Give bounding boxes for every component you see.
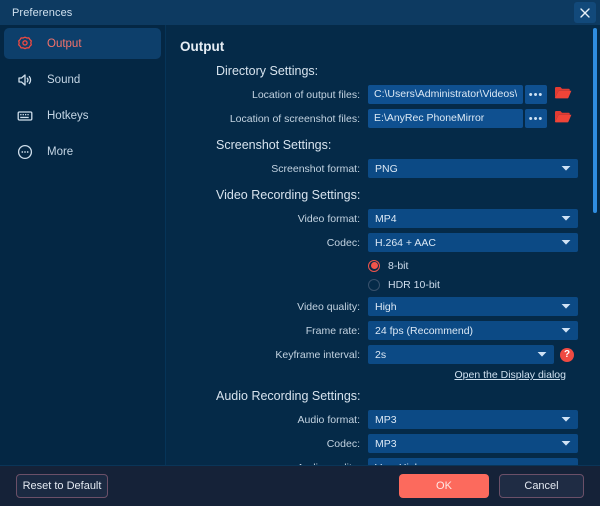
row-bit-depth-8bit: 8-bit	[180, 257, 582, 274]
cancel-button[interactable]: Cancel	[499, 474, 584, 498]
audio-codec-select[interactable]: MP3	[368, 434, 578, 453]
settings-scrollbar[interactable]	[592, 25, 598, 465]
row-output-location: Location of output files: •••	[180, 85, 582, 104]
chevron-down-icon	[561, 163, 571, 175]
window-body: Output Sound Hotkeys More Output Directo…	[0, 25, 600, 465]
window-title: Preferences	[12, 6, 73, 19]
more-circle-icon	[16, 143, 34, 161]
folder-icon	[554, 109, 572, 129]
settings-panel: Output Directory Settings: Location of o…	[166, 25, 600, 465]
close-button[interactable]	[574, 2, 596, 23]
audio-codec-label: Codec:	[326, 437, 360, 450]
output-folder-open-button[interactable]	[552, 85, 574, 104]
sidebar-item-more[interactable]: More	[4, 136, 161, 167]
audio-format-value: MP3	[375, 413, 397, 426]
audio-codec-value: MP3	[375, 437, 397, 450]
row-video-codec: Codec: H.264 + AAC	[180, 233, 582, 252]
chevron-down-icon	[561, 414, 571, 426]
video-quality-value: High	[375, 300, 397, 313]
reset-to-default-button[interactable]: Reset to Default	[16, 474, 108, 498]
video-codec-label: Codec:	[326, 236, 360, 249]
output-location-label: Location of output files:	[252, 88, 360, 101]
keyframe-interval-value: 2s	[375, 348, 387, 361]
screenshot-folder-open-button[interactable]	[552, 109, 574, 128]
sidebar-item-label: Sound	[47, 73, 81, 86]
chevron-down-icon	[537, 349, 547, 361]
sidebar: Output Sound Hotkeys More	[0, 25, 166, 465]
audio-quality-select[interactable]: Very High	[368, 458, 578, 465]
chevron-down-icon	[561, 325, 571, 337]
radio-8bit-label: 8-bit	[388, 259, 409, 272]
video-format-select[interactable]: MP4	[368, 209, 578, 228]
screenshot-format-select[interactable]: PNG	[368, 159, 578, 178]
help-icon[interactable]: ?	[560, 347, 574, 362]
screenshot-location-input[interactable]	[368, 109, 523, 128]
screenshot-format-label: Screenshot format:	[271, 162, 360, 175]
radio-hdr-10bit-label: HDR 10-bit	[388, 278, 440, 291]
sidebar-item-label: Output	[47, 37, 82, 50]
row-bit-depth-hdr: HDR 10-bit	[180, 276, 582, 293]
page-title: Output	[180, 39, 225, 54]
gear-icon	[16, 35, 34, 53]
keyboard-icon	[16, 107, 34, 125]
footer-bar: Reset to Default OK Cancel	[0, 465, 600, 506]
screenshot-format-value: PNG	[375, 162, 398, 175]
frame-rate-value: 24 fps (Recommend)	[375, 324, 474, 337]
section-title-video: Video Recording Settings:	[216, 188, 361, 202]
close-icon	[580, 7, 590, 18]
row-video-format: Video format: MP4	[180, 209, 582, 228]
chevron-down-icon	[561, 213, 571, 225]
output-location-input[interactable]	[368, 85, 523, 104]
video-codec-value: H.264 + AAC	[375, 236, 436, 249]
screenshot-location-label: Location of screenshot files:	[229, 112, 360, 125]
sidebar-item-hotkeys[interactable]: Hotkeys	[4, 100, 161, 131]
preferences-window: Preferences Output Sound Hotkeys More Ou…	[0, 0, 600, 506]
section-title-directory: Directory Settings:	[216, 64, 319, 78]
section-title-screenshot: Screenshot Settings:	[216, 138, 332, 152]
radio-hdr-10bit[interactable]	[368, 278, 380, 291]
ok-button[interactable]: OK	[399, 474, 489, 498]
row-audio-format: Audio format: MP3	[180, 410, 582, 429]
row-video-quality: Video quality: High	[180, 297, 582, 316]
audio-format-select[interactable]: MP3	[368, 410, 578, 429]
audio-format-label: Audio format:	[297, 413, 360, 426]
video-format-label: Video format:	[297, 212, 360, 225]
sidebar-item-output[interactable]: Output	[4, 28, 161, 59]
chevron-down-icon	[561, 301, 571, 313]
row-keyframe-interval: Keyframe interval: 2s ?	[180, 345, 582, 364]
row-audio-quality: Audio quality: Very High	[180, 458, 582, 465]
sidebar-item-label: More	[47, 145, 74, 158]
open-display-dialog-link[interactable]: Open the Display dialog	[455, 369, 567, 381]
row-screenshot-location: Location of screenshot files: •••	[180, 109, 582, 128]
title-bar: Preferences	[0, 0, 600, 25]
keyframe-interval-label: Keyframe interval:	[275, 348, 360, 361]
keyframe-interval-select[interactable]: 2s	[368, 345, 554, 364]
frame-rate-label: Frame rate:	[305, 324, 360, 337]
screenshot-browse-button[interactable]: •••	[525, 109, 547, 128]
speaker-icon	[16, 71, 34, 89]
row-frame-rate: Frame rate: 24 fps (Recommend)	[180, 321, 582, 340]
scrollbar-thumb[interactable]	[593, 28, 597, 213]
sidebar-item-sound[interactable]: Sound	[4, 64, 161, 95]
video-quality-label: Video quality:	[297, 300, 360, 313]
row-display-dialog-link: Open the Display dialog	[180, 369, 582, 381]
chevron-down-icon	[561, 438, 571, 450]
video-quality-select[interactable]: High	[368, 297, 578, 316]
output-browse-button[interactable]: •••	[525, 85, 547, 104]
frame-rate-select[interactable]: 24 fps (Recommend)	[368, 321, 578, 340]
video-format-value: MP4	[375, 212, 397, 225]
row-screenshot-format: Screenshot format: PNG	[180, 159, 582, 178]
folder-icon	[554, 85, 572, 105]
chevron-down-icon	[561, 237, 571, 249]
row-audio-codec: Codec: MP3	[180, 434, 582, 453]
section-title-audio: Audio Recording Settings:	[216, 389, 361, 403]
sidebar-item-label: Hotkeys	[47, 109, 89, 122]
video-codec-select[interactable]: H.264 + AAC	[368, 233, 578, 252]
radio-8bit[interactable]	[368, 259, 380, 272]
